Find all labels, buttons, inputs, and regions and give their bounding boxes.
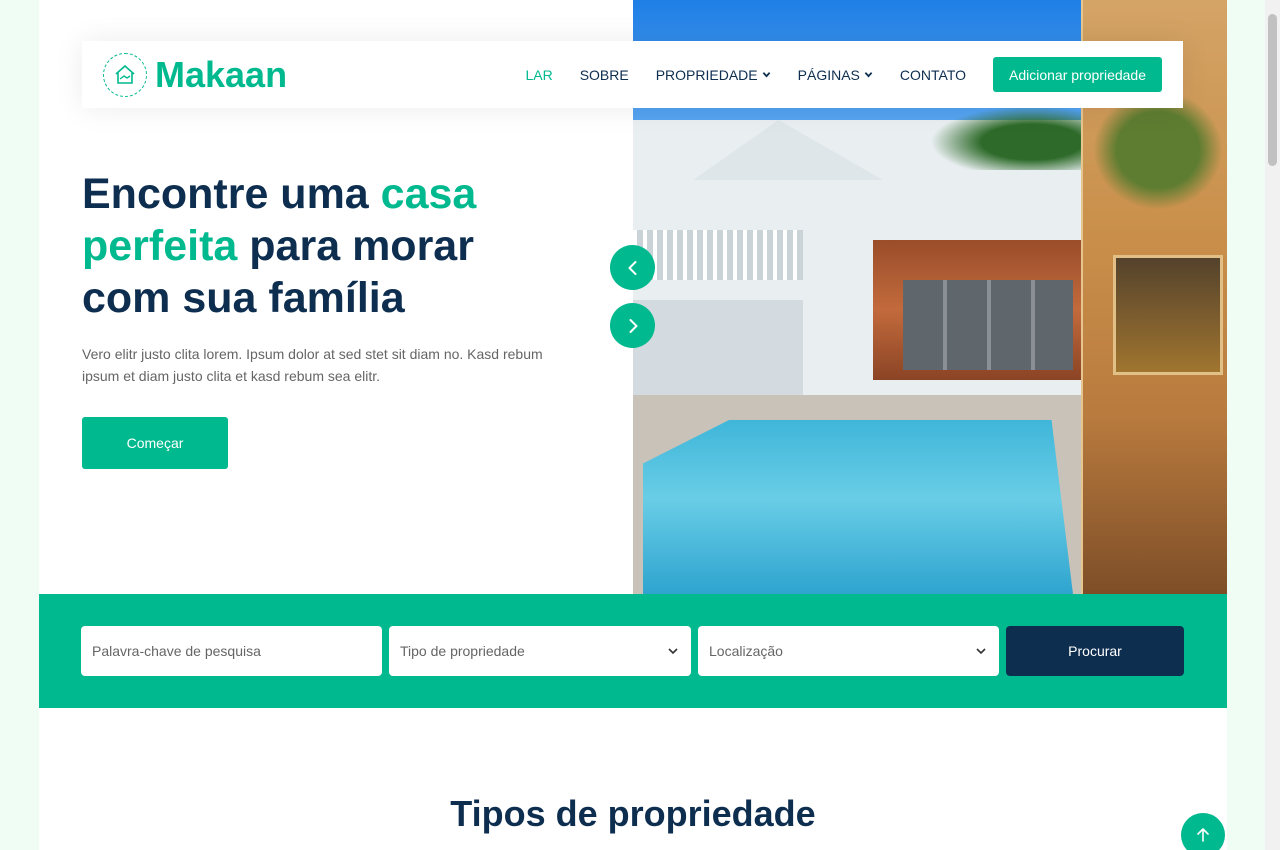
search-bar-section: Palavra-chave de pesquisa Tipo de propri…: [39, 594, 1227, 708]
hero-headline: Encontre uma casa perfeita para morar co…: [82, 168, 552, 324]
carousel-prev-button[interactable]: [610, 245, 655, 290]
hero-headline-part1: Encontre uma: [82, 170, 381, 218]
chevron-right-icon: [629, 318, 637, 333]
nav-links: LAR SOBRE PROPRIEDADE PÁGINAS CONTATO Ad…: [525, 57, 1162, 92]
keyword-placeholder: Palavra-chave de pesquisa: [92, 643, 261, 659]
nav-item-label: LAR: [525, 66, 553, 83]
location-select[interactable]: Localização: [698, 626, 999, 676]
hero-image-window: [903, 280, 1073, 370]
nav-item-pages-dropdown[interactable]: PÁGINAS: [798, 67, 873, 83]
nav-item-contact[interactable]: CONTATO: [900, 67, 966, 83]
nav-item-about[interactable]: SOBRE: [580, 67, 629, 83]
carousel-next-button[interactable]: [610, 303, 655, 348]
keyword-search-input[interactable]: Palavra-chave de pesquisa: [81, 626, 382, 676]
property-type-value: Tipo de propriedade: [400, 643, 525, 659]
chevron-left-icon: [628, 260, 636, 275]
hero-image-window-2: [1113, 255, 1223, 375]
search-button[interactable]: Procurar: [1006, 626, 1184, 676]
chevron-down-icon: [976, 648, 986, 655]
chevron-down-icon: [668, 648, 678, 655]
nav-item-home[interactable]: LAR: [525, 67, 552, 83]
scrollbar-thumb[interactable]: [1268, 14, 1277, 166]
hero-image-balcony: [633, 230, 803, 280]
nav-item-label: PÁGINAS: [797, 66, 860, 83]
chevron-down-icon: [762, 72, 770, 78]
hero-image-pool: [643, 420, 1073, 594]
back-to-top-button[interactable]: [1181, 813, 1225, 850]
house-handshake-icon: [103, 52, 147, 97]
hero-lead-text: Vero elitr justo clita lorem. Ipsum dolo…: [82, 346, 543, 384]
nav-item-label: CONTATO: [899, 66, 967, 83]
location-value: Localização: [709, 643, 783, 659]
brand-link[interactable]: Makaan: [103, 52, 288, 97]
nav-item-label: PROPRIEDADE: [655, 66, 758, 83]
page-container: Makaan LAR SOBRE PROPRIEDADE PÁGINAS CON…: [39, 0, 1227, 850]
hero-image-tree: [1093, 90, 1223, 210]
get-started-button[interactable]: Começar: [82, 417, 228, 469]
property-type-select[interactable]: Tipo de propriedade: [389, 626, 691, 676]
nav-item-property-dropdown[interactable]: PROPRIEDADE: [656, 67, 771, 83]
navbar: Makaan LAR SOBRE PROPRIEDADE PÁGINAS CON…: [82, 41, 1183, 108]
nav-item-label: SOBRE: [579, 66, 629, 83]
section-title: Tipos de propriedade: [450, 793, 816, 834]
arrow-up-icon: [1197, 828, 1209, 842]
add-property-button[interactable]: Adicionar propriedade: [993, 57, 1162, 92]
chevron-down-icon: [864, 72, 873, 78]
brand-name: Makaan: [155, 53, 288, 95]
hero-image-palm: [913, 100, 1083, 170]
hero-image-roof: [693, 120, 883, 180]
